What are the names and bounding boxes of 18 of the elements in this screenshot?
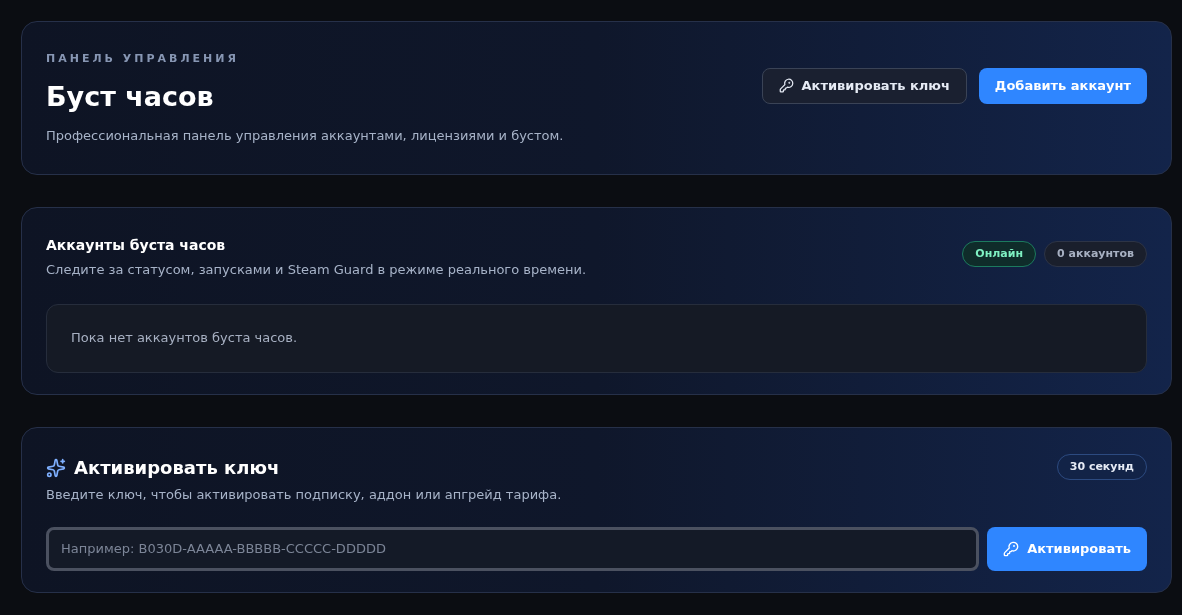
page-title: Буст часов [46, 80, 215, 115]
status-badge: Онлайн [962, 241, 1037, 267]
page-subtitle: Профессиональная панель управления аккаунтами, лицензиями и бустом. [46, 126, 564, 145]
sparkle-icon [46, 457, 66, 478]
count-badge: 0 аккаунтов [1044, 241, 1147, 267]
section-title: Аккаунты буста часов [46, 236, 227, 255]
section-subtitle: Следите за статусом, запусками и Steam Guard в режиме реального времени. [46, 261, 587, 279]
empty-state-text: Пока нет аккаунтов буста часов. [71, 329, 298, 348]
key-icon [1003, 540, 1020, 557]
eyebrow-label: ПАНЕЛЬ УПРАВЛЕНИЯ [46, 50, 240, 67]
add-account-button[interactable]: Добавить аккаунт [978, 67, 1147, 104]
activate-key-button[interactable]: Активировать ключ [761, 67, 967, 104]
timer-badge: 30 секунд [1056, 454, 1147, 480]
activate-button[interactable]: Активировать [987, 526, 1147, 571]
section-subtitle: Введите ключ, чтобы активировать подписку, аддон или апгрейд тарифа. [46, 486, 562, 504]
key-icon [778, 78, 794, 93]
key-input-field[interactable]: Например: B030D-AAAAA-BBBBB-CCCCC-DDDDD [46, 526, 980, 571]
section-title: Активировать ключ [74, 456, 280, 480]
